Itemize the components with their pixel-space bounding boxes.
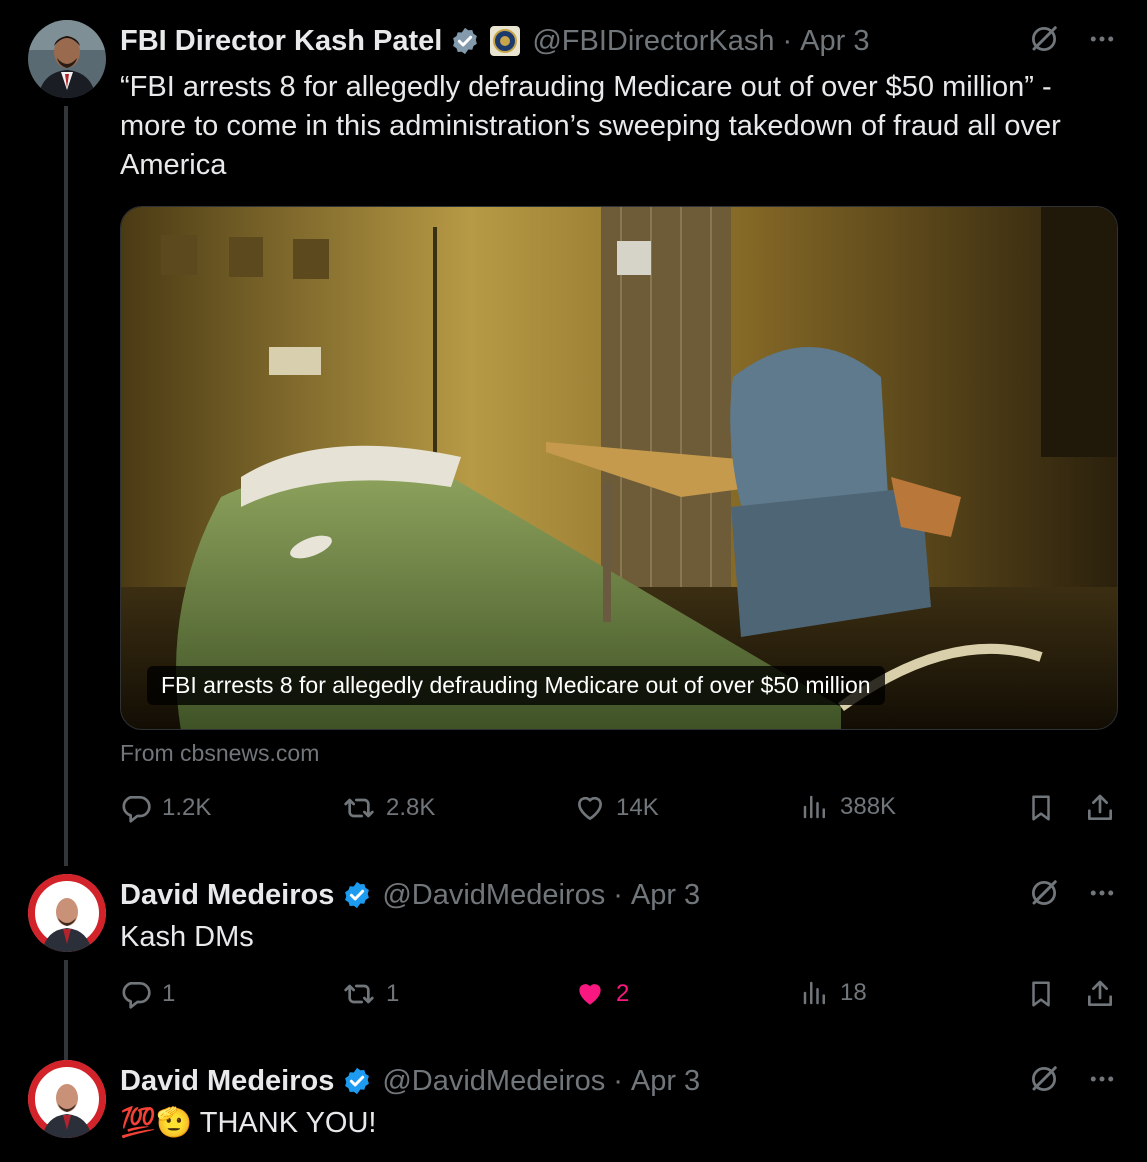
avatar-david-medeiros[interactable] bbox=[28, 874, 106, 952]
reply-count: 1 bbox=[162, 980, 176, 1007]
repost-count: 2.8K bbox=[386, 794, 436, 821]
share-icon bbox=[1084, 792, 1116, 824]
grok-icon[interactable] bbox=[1029, 878, 1059, 908]
tweet-date[interactable]: Apr 3 bbox=[631, 1065, 700, 1098]
grok-icon[interactable] bbox=[1029, 24, 1059, 54]
tweet-kash-patel[interactable]: FBI Director Kash Patel @FBIDirectorKash… bbox=[0, 0, 1147, 866]
tweet-top-actions bbox=[1029, 1064, 1117, 1094]
separator: · bbox=[613, 878, 623, 911]
tweet-top-actions bbox=[1029, 878, 1117, 908]
like-button[interactable]: 2 bbox=[574, 978, 629, 1010]
share-icon bbox=[1084, 978, 1116, 1010]
like-icon bbox=[574, 978, 606, 1010]
author-handle[interactable]: @DavidMedeiros bbox=[382, 1065, 605, 1098]
author-handle[interactable]: @FBIDirectorKash bbox=[532, 25, 774, 58]
views-count: 18 bbox=[840, 979, 867, 1006]
tweet-actions: 1 1 2 18 bbox=[120, 978, 1120, 1018]
tweet-date[interactable]: Apr 3 bbox=[800, 25, 869, 58]
tweet-header: David Medeiros @DavidMedeiros · Apr 3 bbox=[120, 1062, 700, 1100]
like-button[interactable]: 14K bbox=[574, 792, 659, 824]
verified-badge-icon[interactable] bbox=[342, 1066, 372, 1096]
grok-icon[interactable] bbox=[1029, 1064, 1059, 1094]
tweet-text: 💯🫡 THANK YOU! bbox=[120, 1104, 1110, 1143]
like-count: 14K bbox=[616, 794, 659, 821]
tweet-david-medeiros-followup[interactable]: David Medeiros @DavidMedeiros · Apr 3 💯🫡… bbox=[0, 1050, 1147, 1162]
like-count: 2 bbox=[616, 980, 630, 1007]
repost-count: 1 bbox=[386, 980, 400, 1007]
views-icon bbox=[800, 978, 830, 1008]
share-button[interactable] bbox=[1084, 792, 1116, 824]
views-button[interactable]: 18 bbox=[800, 978, 867, 1008]
tweet-header: David Medeiros @DavidMedeiros · Apr 3 bbox=[120, 876, 700, 914]
avatar-kash-patel[interactable] bbox=[28, 20, 106, 98]
separator: · bbox=[782, 24, 793, 57]
author-name[interactable]: David Medeiros bbox=[120, 879, 334, 912]
like-icon bbox=[574, 792, 606, 824]
tweet-david-medeiros-reply[interactable]: David Medeiros @DavidMedeiros · Apr 3 Ka… bbox=[0, 860, 1147, 1060]
more-icon[interactable] bbox=[1087, 878, 1117, 908]
reply-count: 1.2K bbox=[162, 794, 212, 821]
views-icon bbox=[800, 792, 830, 822]
media-caption: FBI arrests 8 for allegedly defrauding M… bbox=[147, 666, 885, 705]
thread-line bbox=[64, 106, 68, 866]
thread-line bbox=[64, 960, 68, 1060]
bookmark-icon bbox=[1026, 978, 1056, 1010]
bookmark-button[interactable] bbox=[1026, 978, 1056, 1010]
verified-badge-icon[interactable] bbox=[450, 26, 480, 56]
author-handle[interactable]: @DavidMedeiros bbox=[382, 879, 605, 912]
tweet-date[interactable]: Apr 3 bbox=[631, 879, 700, 912]
fbi-seal-badge[interactable] bbox=[490, 26, 521, 56]
avatar-david-medeiros[interactable] bbox=[28, 1060, 106, 1138]
verified-badge-icon[interactable] bbox=[342, 880, 372, 910]
repost-icon bbox=[342, 978, 376, 1010]
tweet-top-actions bbox=[1029, 24, 1117, 54]
link-card-image[interactable]: FBI arrests 8 for allegedly defrauding M… bbox=[120, 206, 1118, 730]
tweet-header: FBI Director Kash Patel @FBIDirectorKash… bbox=[120, 22, 870, 60]
tweet-text: “FBI arrests 8 for allegedly defrauding … bbox=[120, 71, 1061, 181]
bookmark-icon bbox=[1026, 792, 1056, 824]
views-button[interactable]: 388K bbox=[800, 792, 896, 822]
separator: · bbox=[613, 1064, 623, 1097]
reply-button[interactable]: 1 bbox=[120, 978, 175, 1010]
repost-button[interactable]: 2.8K bbox=[342, 792, 435, 824]
views-count: 388K bbox=[840, 793, 897, 820]
emoji-hundred-salute: 💯🫡 bbox=[120, 1107, 193, 1139]
repost-button[interactable]: 1 bbox=[342, 978, 399, 1010]
reply-button[interactable]: 1.2K bbox=[120, 792, 211, 824]
more-icon[interactable] bbox=[1087, 24, 1117, 54]
tweet-text-body: THANK YOU! bbox=[199, 1107, 377, 1139]
author-name[interactable]: David Medeiros bbox=[120, 1065, 334, 1098]
reply-icon bbox=[120, 978, 152, 1010]
more-icon[interactable] bbox=[1087, 1064, 1117, 1094]
tweet-text: Kash DMs bbox=[120, 921, 254, 953]
author-name[interactable]: FBI Director Kash Patel bbox=[120, 25, 442, 58]
share-button[interactable] bbox=[1084, 978, 1116, 1010]
tweet-actions: 1.2K 2.8K 14K 388K bbox=[120, 792, 1120, 832]
reply-icon bbox=[120, 792, 152, 824]
link-source[interactable]: From cbsnews.com bbox=[120, 740, 319, 767]
repost-icon bbox=[342, 792, 376, 824]
hospital-room-photo bbox=[121, 207, 1117, 729]
bookmark-button[interactable] bbox=[1026, 792, 1056, 824]
